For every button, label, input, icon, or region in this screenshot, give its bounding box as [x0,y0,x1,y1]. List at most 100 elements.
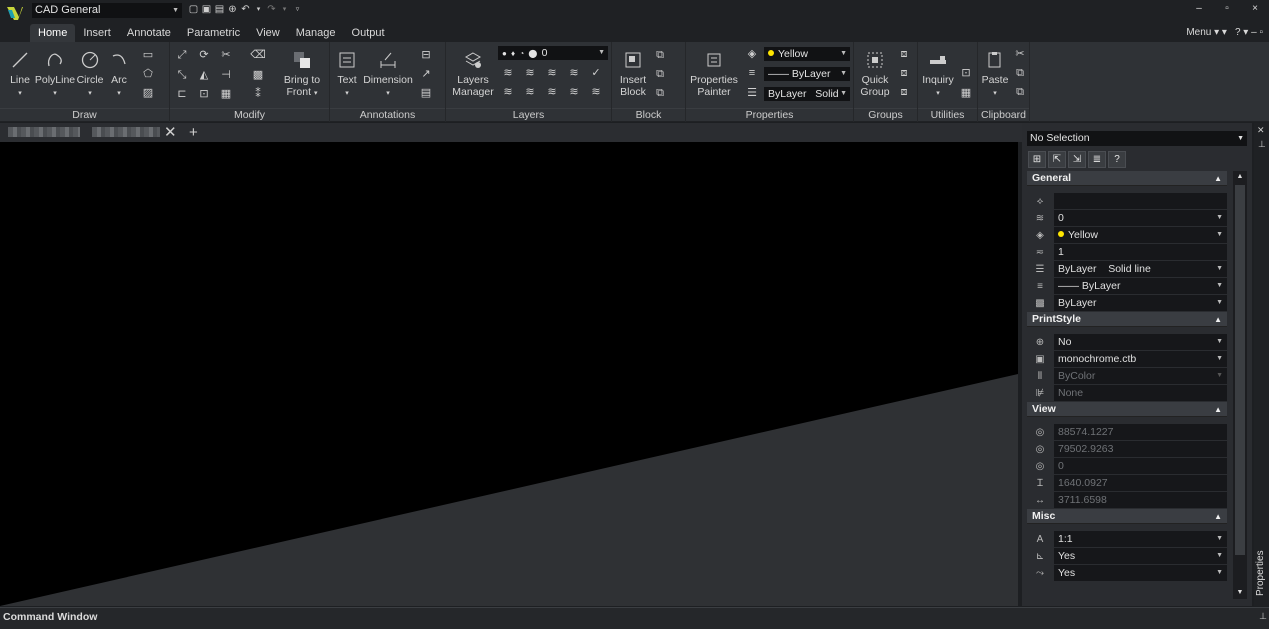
color-value-field[interactable]: Yellow ▼ [1054,227,1227,243]
selection-select[interactable]: No Selection ▼ [1027,131,1247,146]
layer-states-icon[interactable]: ≋ [588,85,604,99]
command-window[interactable]: Command Window ⊥ [0,607,1269,629]
move-icon[interactable]: ⤢ [174,48,190,62]
print-icon[interactable]: ⊕ [226,3,239,17]
layer-freeze-icon[interactable]: ≋ [500,85,516,99]
rectangle-icon[interactable]: ▭ [140,48,156,62]
section-general[interactable]: General ▲ [1027,171,1227,186]
circle-button[interactable]: Circle ▾ [76,50,104,100]
copy-clip-icon[interactable]: ⧉ [1012,66,1028,80]
select-all-icon[interactable]: ⊡ [958,66,974,80]
palette-scrollbar[interactable]: ▲ ▼ [1233,171,1247,599]
open-icon[interactable]: ▣ [200,3,213,17]
layer-match-icon[interactable]: ≋ [566,85,582,99]
trim-icon[interactable]: ✂ [218,48,234,62]
properties-side-tab[interactable]: Properties [1255,543,1269,603]
arc-button[interactable]: Arc ▾ [106,50,132,100]
filter-icon[interactable]: ≣ [1088,151,1106,168]
plot-style-field[interactable]: No ▼ [1054,334,1227,350]
tab-annotate[interactable]: Annotate [119,24,179,42]
line-button[interactable]: Line ▾ [7,50,33,100]
layer-off-icon[interactable]: ≋ [566,66,582,80]
extend-icon[interactable]: ⊣ [218,68,234,82]
layer-value-field[interactable]: 0 ▼ [1054,210,1227,226]
inquiry-button[interactable]: Inquiry ▾ [920,50,956,100]
document-tab-blurred[interactable] [92,127,160,137]
leader-icon[interactable]: ↗ [418,67,434,81]
scrollbar-thumb[interactable] [1235,185,1245,555]
linetype-scale-value[interactable]: 1 [1054,244,1227,260]
lineweight-select[interactable]: —— ByLayer ▼ [764,67,850,81]
tab-insert[interactable]: Insert [75,24,119,42]
table-icon[interactable]: ▤ [418,86,434,100]
erase-icon[interactable]: ⌫ [250,48,266,62]
text-button[interactable]: Text ▾ [334,50,360,100]
tab-parametric[interactable]: Parametric [179,24,248,42]
calculator-icon[interactable]: ▦ [958,86,974,100]
redo-dropdown-icon[interactable]: ▾ [278,3,291,17]
lineweight-value-field[interactable]: —— ByLayer ▼ [1054,278,1227,294]
group-select-icon[interactable]: ⧈ [896,85,912,99]
properties-painter-button[interactable]: Properties Painter [689,50,739,98]
quick-select-icon[interactable]: ⇲ [1068,151,1086,168]
transparency-value-field[interactable]: ByLayer ▼ [1054,295,1227,311]
select-objects-icon[interactable]: ⇱ [1048,151,1066,168]
group-edit-icon[interactable]: ⧈ [896,66,912,80]
match-properties-icon[interactable]: ⧉ [1012,85,1028,99]
drawing-canvas[interactable] [0,142,1018,606]
polyline-button[interactable]: PolyLine ▾ [34,50,76,100]
layer-unisolate-icon[interactable]: ≋ [544,66,560,80]
block-attribute-icon[interactable]: ⧉ [652,86,668,100]
ucs-origin-field[interactable]: Yes ▼ [1054,565,1227,581]
close-button[interactable]: × [1241,3,1269,14]
tab-manage[interactable]: Manage [288,24,344,42]
color-select[interactable]: Yellow ▼ [764,47,850,61]
tab-view[interactable]: View [248,24,288,42]
add-tab-icon[interactable]: + [189,123,198,142]
cut-icon[interactable]: ✂ [1012,47,1028,61]
save-icon[interactable]: ▤ [213,3,226,17]
annotation-scale-field[interactable]: 1:1 ▼ [1054,531,1227,547]
toggle-pickadd-icon[interactable]: ⊞ [1028,151,1046,168]
tab-output[interactable]: Output [344,24,393,42]
scale-icon[interactable]: ⊡ [196,87,212,101]
restore-button[interactable]: ▫ [1213,3,1241,14]
ungroup-icon[interactable]: ⧈ [896,47,912,61]
mtext-icon[interactable]: ⊟ [418,48,434,62]
paste-button[interactable]: Paste ▾ [980,50,1010,100]
dimension-button[interactable]: Dimension ▾ [361,50,415,100]
copy-icon[interactable]: ⤡ [174,68,190,82]
explode-icon[interactable]: ⁑ [250,87,266,101]
ucs-on-field[interactable]: Yes ▼ [1054,548,1227,564]
insert-block-button[interactable]: Insert Block [616,50,650,98]
hatch-boundary-icon[interactable]: ⬠ [140,67,156,81]
layer-previous-icon[interactable]: ≋ [500,66,516,80]
hatch-icon[interactable]: ▨ [140,86,156,100]
linetype-select[interactable]: ByLayer Solid ▼ [764,87,850,101]
linetype-value-field[interactable]: ByLayer Solid line ▼ [1054,261,1227,277]
section-printstyle[interactable]: PrintStyle ▲ [1027,312,1227,327]
undo-icon[interactable]: ↶ [239,3,252,17]
menu-button[interactable]: Menu ▾ ▾ [1186,27,1227,38]
create-block-icon[interactable]: ⧉ [652,48,668,62]
make-current-icon[interactable]: ✓ [588,66,604,80]
help-icon[interactable]: ? [1108,151,1126,168]
scroll-down-icon[interactable]: ▼ [1233,587,1247,599]
help-button[interactable]: ? ▾ – ▫ [1235,27,1263,38]
workspace-select[interactable]: CAD General ▼ [32,3,182,18]
minimize-button[interactable]: – [1185,3,1213,14]
offset-icon[interactable]: ▩ [250,68,266,82]
undo-dropdown-icon[interactable]: ▾ [252,3,265,17]
section-view[interactable]: View ▲ [1027,402,1227,417]
plot-table-field[interactable]: monochrome.ctb ▼ [1054,351,1227,367]
layer-select[interactable]: ● ♦ ◔ ⬤ 0 ▼ [498,46,608,60]
pin-icon[interactable]: ⊥ [1258,139,1266,150]
scroll-up-icon[interactable]: ▲ [1233,171,1247,183]
document-tab-blurred[interactable] [8,127,80,137]
layers-manager-button[interactable]: Layers Manager [450,50,496,98]
array-icon[interactable]: ▦ [218,87,234,101]
rotate-icon[interactable]: ⟳ [196,48,212,62]
edit-block-icon[interactable]: ⧉ [652,67,668,81]
stretch-icon[interactable]: ⊏ [174,87,190,101]
mirror-icon[interactable]: ◭ [196,68,212,82]
